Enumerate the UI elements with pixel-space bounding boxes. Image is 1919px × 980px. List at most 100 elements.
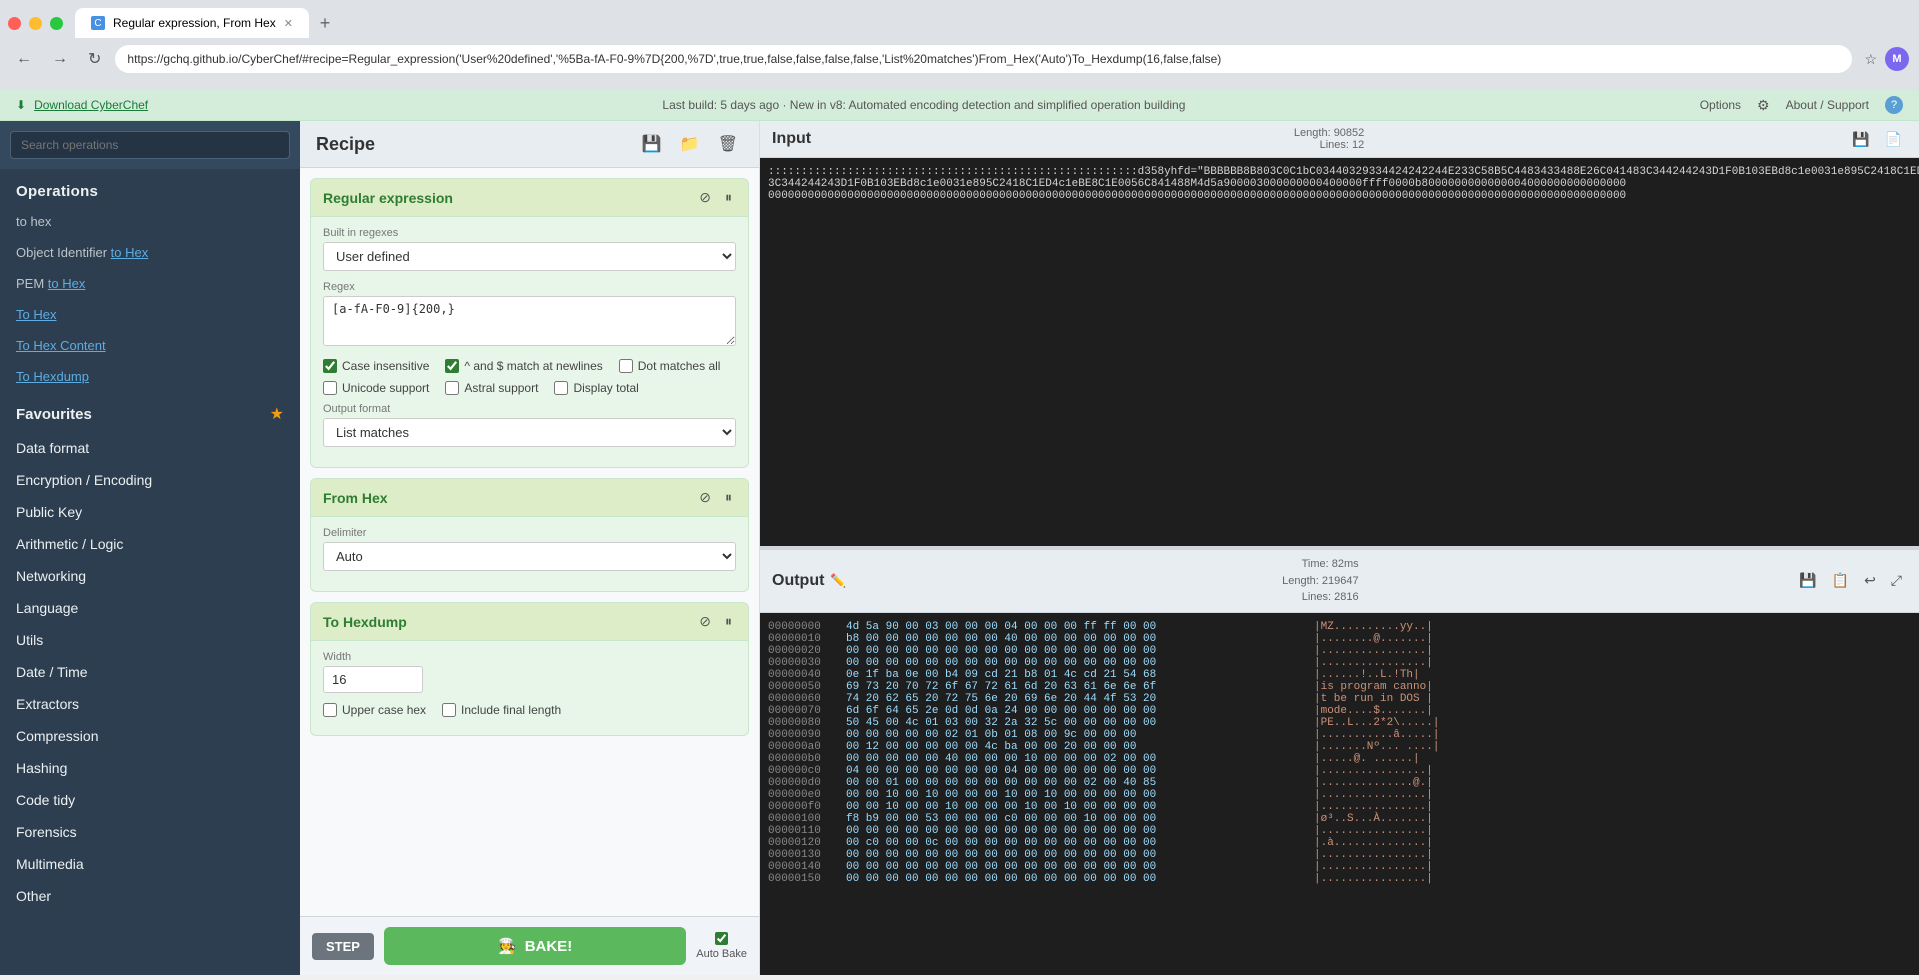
from-hex-pause-button[interactable]: ⏸ (721, 487, 736, 508)
tab-close-button[interactable]: ✕ (284, 17, 293, 30)
clear-recipe-button[interactable]: 🗑 (713, 131, 743, 157)
hex-addr: 00000040 (768, 669, 838, 681)
display-total-input[interactable] (554, 381, 568, 395)
step-button[interactable]: STEP (312, 933, 374, 960)
sidebar-item-extractors[interactable]: Extractors (0, 688, 300, 720)
hex-bytes: 4d 5a 90 00 03 00 00 00 04 00 00 00 ff f… (846, 621, 1306, 633)
options-link[interactable]: Options (1700, 98, 1741, 112)
recipe-header: Recipe 💾 📁 🗑 (300, 121, 759, 168)
sidebar-item-multimedia[interactable]: Multimedia (0, 848, 300, 880)
new-tab-button[interactable]: + (311, 9, 339, 37)
dot-all-input[interactable] (619, 359, 633, 373)
op-card-from-hex-controls: ⊘ ⏸ (695, 487, 736, 508)
hex-bytes: 00 00 01 00 00 00 00 00 00 00 00 00 02 0… (846, 777, 1306, 789)
nav-refresh-button[interactable]: ↻ (82, 45, 107, 73)
unicode-checkbox[interactable]: Unicode support (323, 381, 429, 395)
address-input[interactable] (115, 45, 1852, 73)
op-card-regex-header[interactable]: Regular expression ⊘ ⏸ (311, 179, 748, 217)
hexdump-line: 00000100 f8 b9 00 00 53 00 00 00 c0 00 0… (768, 813, 1911, 825)
output-copy-button[interactable]: 📋 (1827, 569, 1854, 592)
sidebar-item-label: Date / Time (16, 664, 88, 680)
help-icon[interactable]: ? (1885, 96, 1903, 114)
sidebar-item-to-hex-content[interactable]: To Hex Content (0, 330, 300, 361)
download-label[interactable]: Download CyberChef (34, 98, 148, 112)
input-open-button[interactable]: 📄 (1880, 128, 1907, 151)
load-recipe-button[interactable]: 📁 (675, 131, 705, 157)
save-recipe-button[interactable]: 💾 (637, 131, 667, 157)
hexdump-line: 00000110 00 00 00 00 00 00 00 00 00 00 0… (768, 825, 1911, 837)
multiline-checkbox[interactable]: ^ and $ match at newlines (445, 359, 602, 373)
upper-case-checkbox[interactable]: Upper case hex (323, 703, 426, 717)
sidebar-item-favourites[interactable]: Favourites ★ (0, 392, 300, 432)
sidebar-item-to-hex-direct[interactable]: To Hex (0, 299, 300, 330)
sidebar-item-to-hex[interactable]: to hex (0, 206, 300, 237)
regex-textarea[interactable]: [a-fA-F0-9]{200,} (323, 296, 736, 346)
hex-ascii: |.....@. ......| (1314, 753, 1420, 765)
to-hexdump-pause-button[interactable]: ⏸ (721, 611, 736, 632)
input-textarea[interactable]: ::::::::::::::::::::::::::::::::::::::::… (760, 158, 1919, 546)
sidebar-item-other[interactable]: Other (0, 880, 300, 912)
bake-button[interactable]: 🧑‍🍳 BAKE! (384, 927, 686, 965)
hex-bytes: 50 45 00 4c 01 03 00 32 2a 32 5c 00 00 0… (846, 717, 1306, 729)
sidebar-item-compression[interactable]: Compression (0, 720, 300, 752)
search-input[interactable] (10, 131, 290, 159)
sidebar-item-date-time[interactable]: Date / Time (0, 656, 300, 688)
output-restore-button[interactable]: ↩ (1859, 569, 1881, 592)
sidebar-item-encryption-encoding[interactable]: Encryption / Encoding (0, 464, 300, 496)
active-tab[interactable]: C Regular expression, From Hex ✕ (75, 8, 309, 38)
output-format-select[interactable]: List matches (323, 418, 736, 447)
maximize-window-button[interactable] (50, 17, 63, 30)
builtin-regexes-select[interactable]: User defined (323, 242, 736, 271)
sidebar-item-utils[interactable]: Utils (0, 624, 300, 656)
minimize-window-button[interactable] (29, 17, 42, 30)
sidebar-item-code-tidy[interactable]: Code tidy (0, 784, 300, 816)
about-support-link[interactable]: About / Support (1786, 98, 1869, 112)
op-card-regex-controls: ⊘ ⏸ (695, 187, 736, 208)
sidebar-item-language[interactable]: Language (0, 592, 300, 624)
input-save-button[interactable]: 💾 (1847, 128, 1874, 151)
case-insensitive-checkbox[interactable]: Case insensitive (323, 359, 429, 373)
hex-addr: 00000100 (768, 813, 838, 825)
hex-ascii: |ø³..S...À.......| (1314, 813, 1433, 825)
sidebar-item-public-key[interactable]: Public Key (0, 496, 300, 528)
bookmark-icon[interactable]: ☆ (1860, 47, 1881, 72)
auto-bake-checkbox[interactable] (715, 932, 728, 945)
unicode-input[interactable] (323, 381, 337, 395)
sidebar-item-object-identifier[interactable]: Object Identifier to Hex (0, 237, 300, 268)
upper-case-input[interactable] (323, 703, 337, 717)
output-save-button[interactable]: 💾 (1794, 569, 1821, 592)
to-hexdump-disable-button[interactable]: ⊘ (695, 611, 715, 632)
output-edit-icon[interactable]: ✏️ (830, 573, 846, 589)
sidebar-item-label: Utils (16, 632, 43, 648)
settings-icon[interactable]: ⚙ (1757, 97, 1770, 114)
include-final-length-checkbox[interactable]: Include final length (442, 703, 561, 717)
op-pause-button[interactable]: ⏸ (721, 187, 736, 208)
sidebar-item-data-format[interactable]: Data format (0, 432, 300, 464)
output-content[interactable]: 00000000 4d 5a 90 00 03 00 00 00 04 00 0… (760, 613, 1919, 976)
op-card-to-hexdump-header[interactable]: To Hexdump ⊘ ⏸ (311, 603, 748, 641)
width-input[interactable] (323, 666, 423, 693)
include-final-length-input[interactable] (442, 703, 456, 717)
op-card-from-hex-header[interactable]: From Hex ⊘ ⏸ (311, 479, 748, 517)
op-disable-button[interactable]: ⊘ (695, 187, 715, 208)
nav-back-button[interactable]: ← (10, 46, 38, 72)
sidebar-item-to-hexdump[interactable]: To Hexdump (0, 361, 300, 392)
astral-input[interactable] (445, 381, 459, 395)
close-window-button[interactable] (8, 17, 21, 30)
sidebar-item-forensics[interactable]: Forensics (0, 816, 300, 848)
output-maximise-button[interactable]: ⤢ (1886, 569, 1907, 592)
output-actions: 💾 📋 ↩ ⤢ (1794, 569, 1907, 592)
multiline-input[interactable] (445, 359, 459, 373)
sidebar-item-hashing[interactable]: Hashing (0, 752, 300, 784)
from-hex-disable-button[interactable]: ⊘ (695, 487, 715, 508)
delimiter-select[interactable]: Auto (323, 542, 736, 571)
dot-all-checkbox[interactable]: Dot matches all (619, 359, 721, 373)
display-total-checkbox[interactable]: Display total (554, 381, 638, 395)
sidebar-item-arithmetic-logic[interactable]: Arithmetic / Logic (0, 528, 300, 560)
astral-checkbox[interactable]: Astral support (445, 381, 538, 395)
case-insensitive-input[interactable] (323, 359, 337, 373)
sidebar-item-pem-to-hex[interactable]: PEM to Hex (0, 268, 300, 299)
profile-avatar[interactable]: M (1885, 47, 1909, 71)
nav-forward-button[interactable]: → (46, 46, 74, 72)
sidebar-item-networking[interactable]: Networking (0, 560, 300, 592)
